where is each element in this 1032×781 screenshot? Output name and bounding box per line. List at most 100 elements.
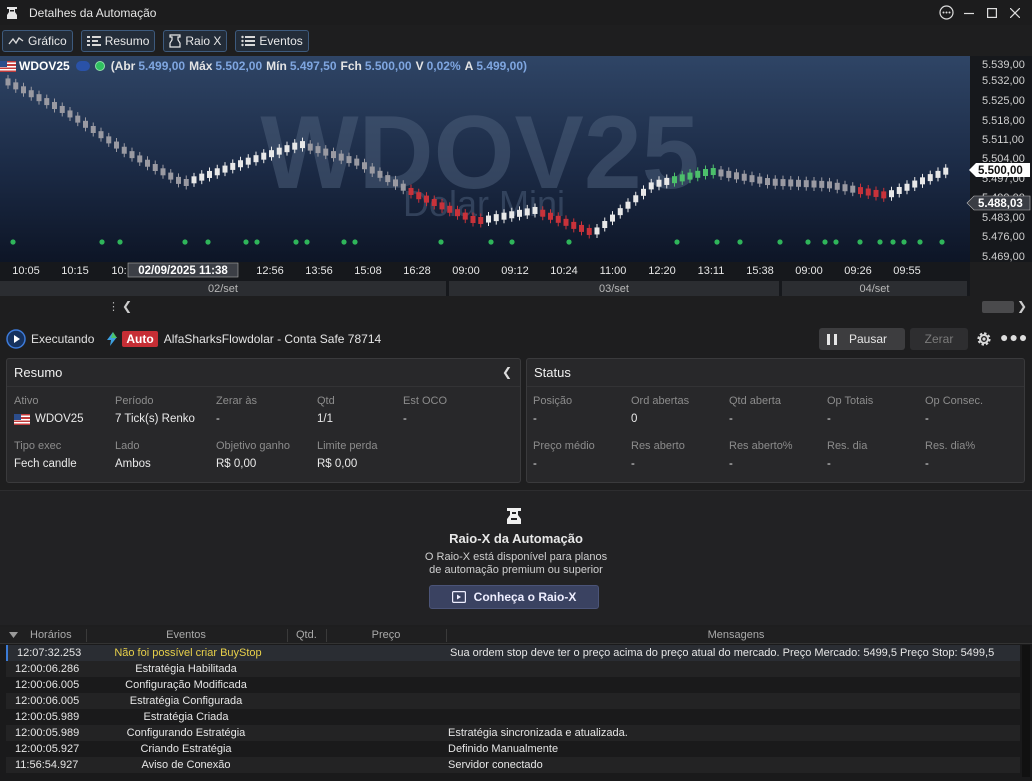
field-value: 7 Tick(s) Renko [115, 413, 195, 425]
minimize-button[interactable] [958, 0, 980, 25]
renko-candle [431, 199, 437, 207]
signal-dot [737, 239, 743, 245]
field-label: Op Totais [827, 395, 874, 407]
scroll-left-icon[interactable]: ❮ [122, 299, 132, 313]
signal-dot [833, 239, 839, 245]
table-row[interactable]: 12:00:06.286 Estratégia Habilitada [6, 661, 1020, 677]
status-title: Status [527, 359, 1024, 387]
scroll-thumb[interactable] [982, 301, 1014, 313]
scroll-right-icon[interactable]: ❯ [1017, 299, 1027, 313]
price-tick-label: 5.469,00 [982, 251, 1025, 263]
field-res-aberto-pct: Res aberto% - [729, 440, 793, 470]
renko-candle [21, 86, 26, 94]
renko-candle [362, 162, 367, 170]
field-value: - [925, 458, 929, 470]
cell-event: Criando Estratégia [140, 743, 232, 755]
pause-button[interactable]: Pausar [819, 328, 905, 350]
price-tick-label: 5.518,00 [982, 115, 1025, 127]
table-row[interactable]: 12:00:06.005 Configuração Modificada [6, 677, 1020, 693]
renko-candle [307, 143, 313, 151]
renko-candle [850, 185, 856, 193]
signal-dot [205, 239, 211, 245]
signal-dot [182, 239, 188, 245]
renko-candle [920, 177, 925, 185]
renko-candle [83, 120, 88, 128]
close-button[interactable] [1004, 0, 1026, 25]
column-header-horarios[interactable]: Horários [30, 629, 72, 641]
renko-candle [524, 208, 530, 216]
time-tick-label: 11:00 [600, 265, 627, 277]
field-value: 0 [631, 413, 638, 425]
table-row[interactable]: 12:00:05.989 Configurando Estratégia Est… [6, 725, 1020, 741]
renko-chart[interactable]: WDOV25 Dolar Mini 5.539,00 5.532,00 5.525,… [0, 56, 1032, 296]
column-header-preco[interactable]: Preço [327, 629, 445, 641]
session-label: 02/set [208, 283, 238, 295]
field-value: - [533, 458, 537, 470]
field-label: Est OCO [403, 395, 448, 407]
field-value: Ambos [115, 458, 151, 470]
play-icon[interactable] [6, 329, 26, 349]
renko-candle [796, 179, 801, 187]
cell-time: 12:07:32.253 [17, 647, 82, 659]
more-options-icon[interactable] [935, 0, 957, 25]
column-header-mensagens[interactable]: Mensagens [447, 629, 1025, 641]
renko-candle [501, 212, 507, 220]
table-row[interactable]: 12:07:32.253 Não foi possível criar BuyS… [6, 645, 1020, 661]
chart-horizontal-scrollbar[interactable]: ⋮ ❮ ❯ [0, 298, 1032, 316]
renko-candle [617, 208, 623, 216]
cell-event: Estratégia Configurada [129, 695, 243, 707]
field-label: Res aberto% [729, 440, 793, 452]
drag-handle-icon[interactable]: ⋮ [108, 300, 119, 313]
renko-candle [896, 186, 902, 194]
renko-candle [292, 142, 298, 150]
renko-candle [586, 227, 592, 235]
table-header: Horários Eventos Qtd. Preço Mensagens [0, 627, 1032, 644]
renko-candle [106, 136, 112, 144]
zero-position-button[interactable]: Zerar [910, 328, 968, 350]
field-value: R$ 0,00 [216, 458, 257, 470]
time-tick-label: 09:26 [844, 265, 872, 277]
field-res-aberto: Res aberto - [631, 440, 685, 470]
chart-symbol[interactable]: WDOV25 [19, 59, 70, 73]
field-est-oco: Est OCO - [403, 395, 447, 425]
signal-dot [566, 239, 572, 245]
tab-eventos[interactable]: Eventos [235, 30, 309, 52]
tab-raio-x[interactable]: Raio X [163, 30, 228, 52]
ohlc-ask-value: 5.499,00) [476, 59, 528, 73]
column-header-qtd[interactable]: Qtd. [296, 629, 317, 641]
sort-desc-icon[interactable] [9, 632, 18, 638]
tab-grafico[interactable]: Gráfico [2, 30, 73, 52]
cursor-price-tag: 5.488,03 [966, 195, 1031, 211]
field-op-totais: Op Totais - [827, 395, 873, 425]
table-row[interactable]: 12:00:06.005 Estratégia Configurada [6, 693, 1020, 709]
cell-time: 11:56:54.927 [15, 759, 79, 771]
field-label: Op Consec. [925, 395, 984, 407]
signal-dot [243, 239, 249, 245]
maximize-button[interactable] [981, 0, 1003, 25]
column-header-eventos[interactable]: Eventos [90, 629, 282, 641]
more-menu-icon[interactable]: ●●● [1000, 329, 1028, 345]
ohlc-low-label: Mín [266, 59, 287, 73]
cell-event: Não foi possível criar BuyStop [114, 647, 262, 659]
signal-dot [99, 239, 105, 245]
renko-candle [207, 170, 212, 178]
renko-candle [772, 178, 778, 186]
renko-candle [269, 150, 274, 158]
tab-resumo[interactable]: Resumo [80, 30, 156, 52]
renko-candle [672, 176, 677, 184]
learn-raio-x-button[interactable]: Conheça o Raio-X [429, 585, 599, 609]
renko-candle [509, 211, 515, 219]
table-row[interactable]: 12:00:05.989 Estratégia Criada [6, 709, 1020, 725]
renko-candle [881, 191, 887, 199]
table-row[interactable]: 12:00:05.927 Criando Estratégia Definido… [6, 741, 1020, 757]
collapse-chevron-icon[interactable]: ❮ [502, 365, 512, 379]
cell-time: 12:00:06.005 [15, 679, 80, 691]
field-label: Qtd aberta [729, 395, 781, 407]
gear-icon[interactable] [975, 330, 993, 348]
field-label: Ord abertas [631, 395, 690, 407]
time-tick-label: 09:12 [501, 265, 529, 277]
table-vertical-scrollbar[interactable] [1022, 645, 1030, 777]
cell-time: 12:00:06.005 [15, 695, 80, 707]
renko-candle [253, 155, 259, 163]
table-row[interactable]: 11:56:54.927 Aviso de Conexão Servidor c… [6, 757, 1020, 773]
